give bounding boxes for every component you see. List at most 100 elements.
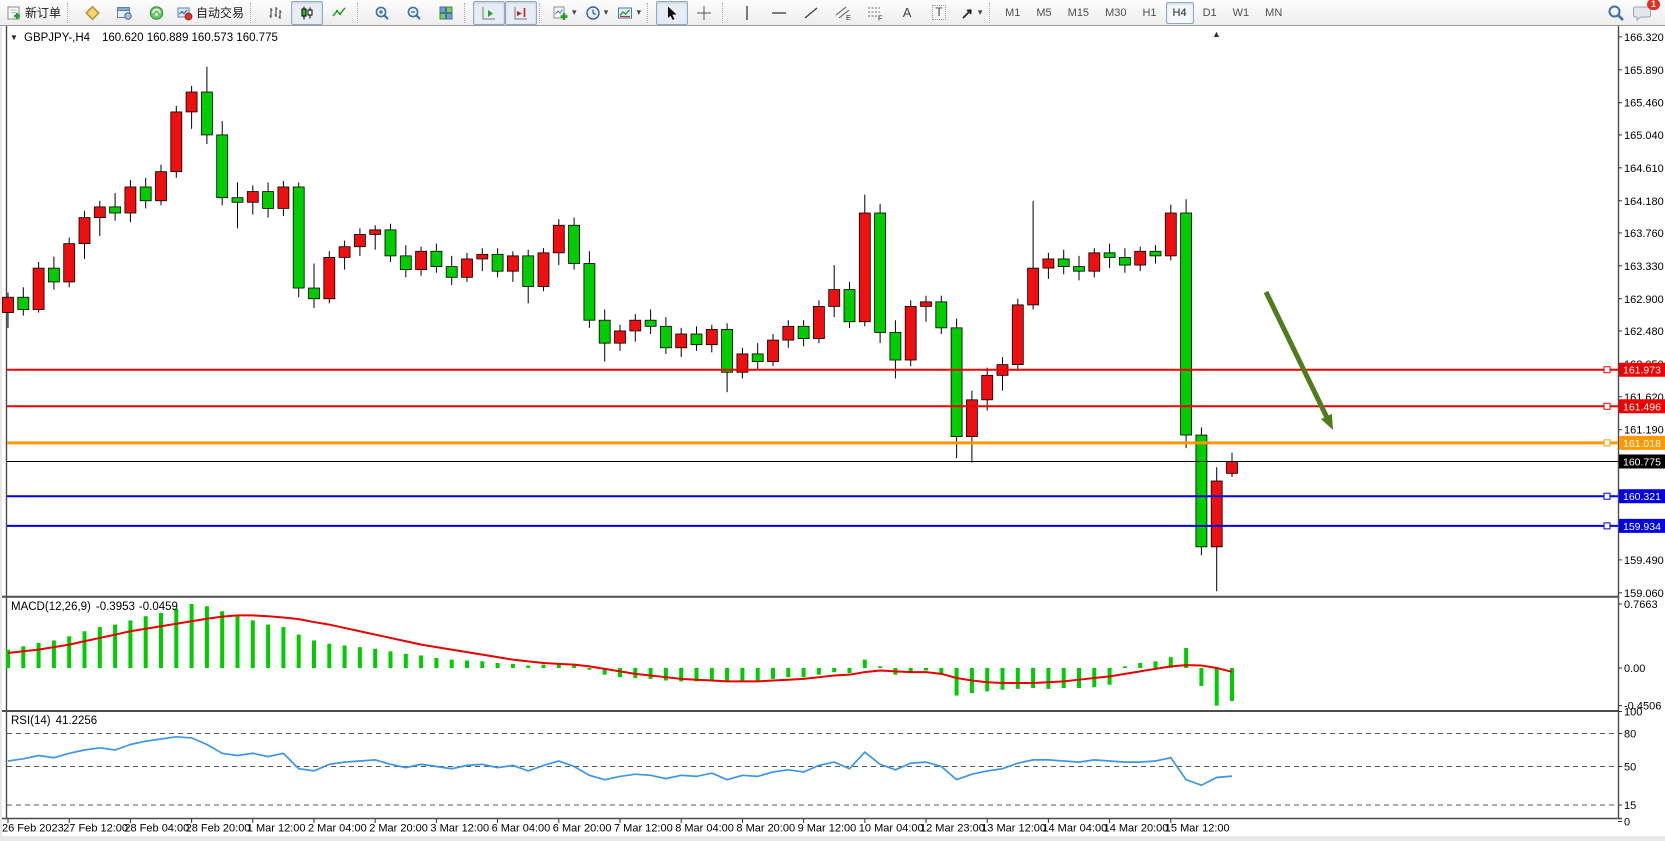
equidistant-channel-tool-button[interactable]: E: [827, 1, 859, 25]
macd-histogram-bar: [710, 668, 714, 681]
hline-handle[interactable]: [1604, 440, 1610, 446]
auto-scroll-button[interactable]: [473, 1, 505, 25]
date-tick-label: 14 Mar 20:00: [1104, 823, 1169, 835]
trendline-tool-button[interactable]: [795, 1, 827, 25]
candle-body: [1196, 435, 1207, 547]
arrows-icon: [960, 5, 975, 21]
toolbar-separator: [647, 3, 652, 23]
indicators-button[interactable]: ▾: [548, 1, 581, 25]
timeframe-button-h1[interactable]: H1: [1135, 2, 1163, 24]
hline-handle[interactable]: [1604, 367, 1610, 373]
candle-body: [1211, 481, 1222, 547]
templates-icon: [617, 5, 634, 21]
candle-body: [691, 334, 702, 345]
candle-body: [553, 225, 564, 253]
hline-handle[interactable]: [1604, 523, 1610, 529]
candle-body: [293, 187, 304, 288]
svg-text:F: F: [878, 13, 883, 21]
data-window-button[interactable]: [108, 1, 140, 25]
bar-chart-mode-button[interactable]: [259, 1, 291, 25]
candle-body: [538, 253, 549, 287]
macd-histogram-bar: [572, 665, 576, 668]
notifications-button[interactable]: 1: [1633, 4, 1653, 22]
periods-dropdown-caret-icon[interactable]: ▾: [604, 8, 609, 17]
templates-dropdown-caret-icon[interactable]: ▾: [637, 8, 642, 17]
zoom-in-icon: [374, 5, 391, 21]
candle-body: [232, 198, 243, 203]
candlestick-mode-button[interactable]: [291, 1, 323, 25]
date-tick-label: 3 Mar 12:00: [430, 823, 489, 835]
crosshair-tool-button[interactable]: [688, 1, 720, 25]
macd-histogram-bar: [312, 640, 316, 668]
periods-button[interactable]: ▾: [581, 1, 613, 25]
candle-body: [48, 268, 59, 282]
hline-handle[interactable]: [1604, 403, 1610, 409]
text-label-icon: T: [932, 5, 945, 20]
autotrading-button[interactable]: 自动交易: [172, 1, 248, 25]
vertical-line-icon: [741, 5, 753, 21]
text-tool-button[interactable]: A: [891, 1, 923, 25]
search-icon[interactable]: [1607, 4, 1625, 22]
candle-body: [875, 213, 886, 332]
chart-canvas[interactable]: 166.320165.890165.460165.040164.610164.1…: [0, 0, 1665, 841]
date-tick-label: 9 Mar 12:00: [798, 823, 857, 835]
candle-body: [94, 207, 105, 218]
candle-body: [1150, 251, 1161, 256]
macd-histogram-bar: [863, 660, 867, 668]
fibonacci-tool-button[interactable]: F: [859, 1, 891, 25]
candle-body: [1227, 461, 1238, 473]
cursor-tool-button[interactable]: [656, 1, 688, 25]
timeframe-button-mn[interactable]: MN: [1258, 2, 1289, 24]
toolbar-separator: [357, 3, 362, 23]
templates-button[interactable]: ▾: [613, 1, 646, 25]
macd-histogram-bar: [1031, 668, 1035, 688]
vertical-line-tool-button[interactable]: [731, 1, 763, 25]
hline-handle[interactable]: [1604, 493, 1610, 499]
timeframe-button-d1[interactable]: D1: [1196, 2, 1224, 24]
candle-body: [921, 302, 932, 307]
price-tick-label: 164.610: [1624, 163, 1664, 175]
timeframe-button-m15[interactable]: M15: [1061, 2, 1096, 24]
price-tick-label: 161.190: [1624, 425, 1664, 437]
market-watch-button[interactable]: [76, 1, 108, 25]
new-order-button[interactable]: 新订单: [2, 1, 65, 25]
timeframe-button-h4[interactable]: H4: [1166, 2, 1194, 24]
horizontal-line-tool-button[interactable]: [763, 1, 795, 25]
candle-body: [110, 207, 121, 213]
rsi-scale-label: 50: [1624, 762, 1636, 774]
macd-histogram-bar: [664, 668, 668, 681]
candle-body: [660, 326, 671, 347]
date-tick-label: 26 Feb 2023: [2, 823, 64, 835]
zoom-in-button[interactable]: [366, 1, 398, 25]
candle-body: [171, 112, 182, 172]
arrows-tool-button[interactable]: ▾: [955, 1, 987, 25]
text-label-tool-button[interactable]: T: [923, 1, 955, 25]
price-tick-label: 165.460: [1624, 98, 1664, 110]
timeframe-button-m30[interactable]: M30: [1098, 2, 1133, 24]
arrows-dropdown-caret-icon[interactable]: ▾: [978, 8, 983, 17]
line-chart-mode-button[interactable]: [323, 1, 355, 25]
candle-body: [829, 290, 840, 307]
timeframe-button-m1[interactable]: M1: [998, 2, 1027, 24]
candle-body: [615, 331, 626, 343]
symbol-dropdown-icon[interactable]: ▼: [10, 33, 18, 42]
macd-histogram-bar: [343, 645, 347, 668]
timeframe-button-w1[interactable]: W1: [1226, 2, 1257, 24]
timeframe-button-m5[interactable]: M5: [1029, 2, 1058, 24]
periods-clock-icon: [585, 5, 601, 21]
navigator-icon: [148, 5, 165, 21]
zoom-out-button[interactable]: [398, 1, 430, 25]
candle-body: [446, 267, 457, 278]
navigator-button[interactable]: [140, 1, 172, 25]
candle-body: [247, 192, 258, 203]
candle-body: [416, 251, 427, 269]
chart-shift-marker-icon[interactable]: ▲: [1212, 29, 1221, 39]
candle-body: [278, 187, 289, 208]
tile-windows-button[interactable]: [430, 1, 462, 25]
indicators-dropdown-caret-icon[interactable]: ▾: [572, 8, 577, 17]
rsi-scale-label: 0: [1624, 817, 1630, 829]
price-tick-label: 165.040: [1624, 130, 1664, 142]
macd-scale-label: 0.00: [1624, 663, 1645, 675]
candle-body: [1089, 253, 1100, 271]
chart-shift-button[interactable]: [505, 1, 537, 25]
